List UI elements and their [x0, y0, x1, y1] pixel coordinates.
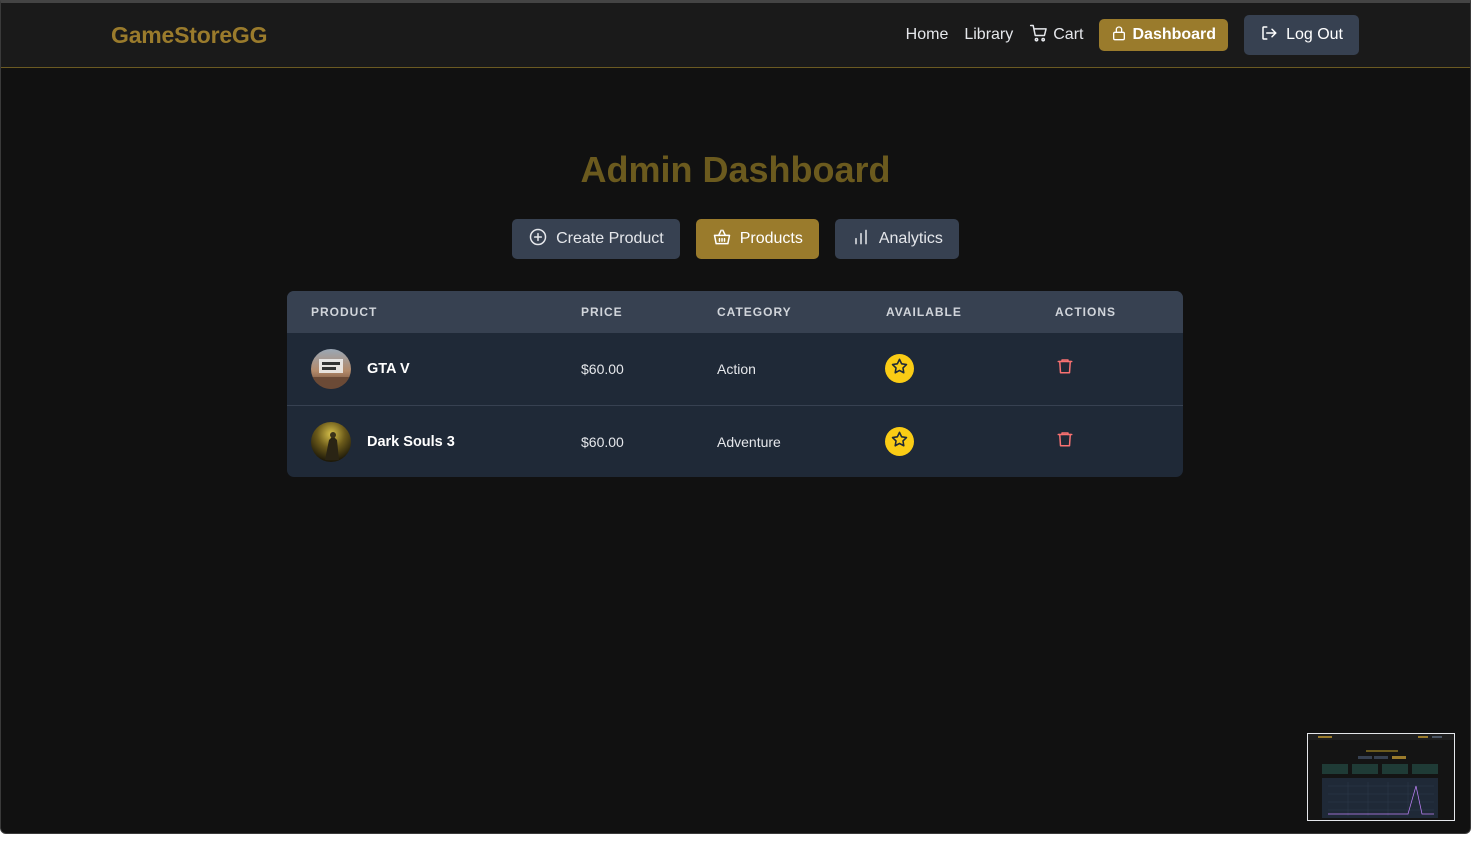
star-icon — [890, 430, 909, 454]
tab-analytics-label: Analytics — [878, 230, 943, 247]
plus-circle-icon — [528, 227, 556, 252]
page-title: Admin Dashboard — [580, 149, 891, 190]
nav-library-label: Library — [964, 26, 1014, 43]
product-thumbnail — [311, 349, 351, 389]
delete-product-button[interactable] — [1056, 356, 1074, 376]
column-header-product: PRODUCT — [311, 305, 378, 319]
table-row: Dark Souls 3 $60.00 Adventure — [287, 405, 1183, 477]
tab-analytics[interactable]: Analytics — [834, 219, 959, 259]
products-table: PRODUCT PRICE CATEGORY AVAILABLE ACTIONS — [287, 291, 1183, 477]
product-category: Action — [717, 361, 756, 377]
app-window: GameStoreGG Home Library Cart Dashboard — [0, 0, 1471, 834]
logout-icon — [1260, 24, 1286, 47]
product-price: $60.00 — [581, 434, 624, 450]
column-header-category: CATEGORY — [717, 305, 792, 319]
bar-chart-icon — [851, 227, 879, 252]
product-category: Adventure — [717, 434, 781, 450]
product-price: $60.00 — [581, 361, 624, 377]
nav-home-label: Home — [905, 26, 949, 43]
dashboard-button-label: Dashboard — [1132, 26, 1217, 43]
cart-icon — [1029, 23, 1053, 48]
star-icon — [890, 357, 909, 381]
table-header: PRODUCT PRICE CATEGORY AVAILABLE ACTIONS — [287, 291, 1183, 332]
preview-thumbnail[interactable] — [1307, 733, 1455, 821]
navbar: GameStoreGG Home Library Cart Dashboard — [1, 3, 1470, 68]
logout-button[interactable]: Log Out — [1244, 15, 1359, 55]
nav-links: Home Library Cart Dashboard Log Out — [906, 15, 1359, 55]
nav-cart-label: Cart — [1053, 26, 1084, 43]
column-header-actions: ACTIONS — [1055, 305, 1116, 319]
delete-product-button[interactable] — [1056, 429, 1074, 449]
tab-create-product[interactable]: Create Product — [512, 219, 680, 259]
product-name: Dark Souls 3 — [367, 434, 455, 450]
brand-logo[interactable]: GameStoreGG — [111, 22, 267, 49]
tab-products-label: Products — [739, 230, 803, 247]
column-header-available: AVAILABLE — [886, 305, 962, 319]
trash-icon — [1056, 359, 1074, 380]
dashboard-button[interactable]: Dashboard — [1099, 19, 1229, 51]
lock-icon — [1111, 24, 1132, 47]
basket-icon — [712, 227, 740, 252]
tab-products[interactable]: Products — [695, 219, 819, 259]
product-name: GTA V — [367, 361, 410, 377]
tab-create-product-label: Create Product — [556, 230, 664, 247]
table-row: GTA V $60.00 Action — [287, 332, 1183, 405]
nav-library-link[interactable]: Library — [964, 26, 1013, 44]
trash-icon — [1056, 432, 1074, 453]
logout-button-label: Log Out — [1286, 26, 1343, 43]
column-header-price: PRICE — [581, 305, 623, 319]
featured-toggle-button[interactable] — [885, 427, 914, 456]
nav-cart-link[interactable]: Cart — [1029, 23, 1083, 48]
product-thumbnail — [311, 422, 351, 462]
featured-toggle-button[interactable] — [885, 354, 914, 383]
nav-home-link[interactable]: Home — [906, 26, 949, 44]
dashboard-tabs: Create Product Products Analytics — [1, 219, 1470, 259]
